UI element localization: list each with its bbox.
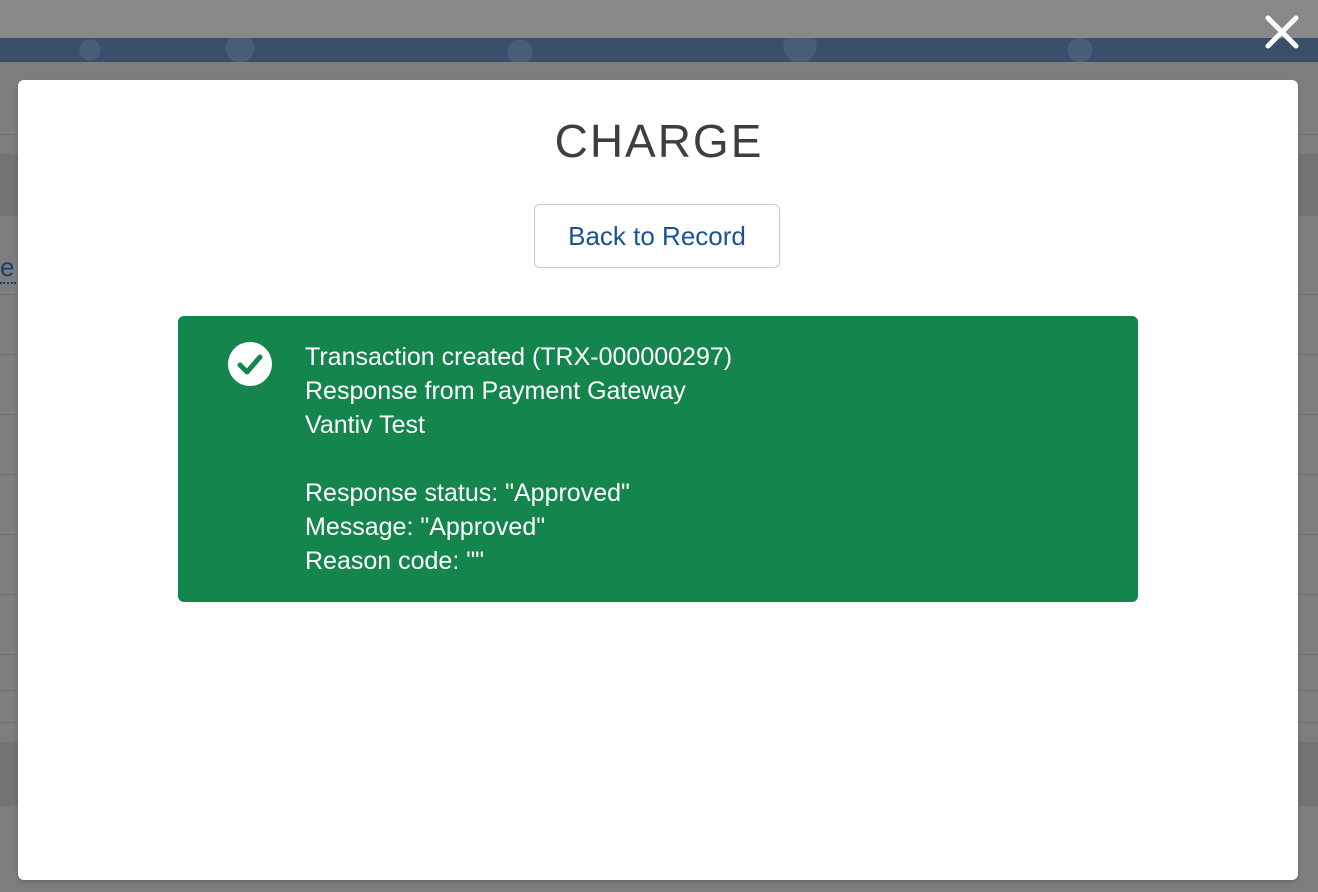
toast-spacer — [305, 442, 1105, 476]
toast-line: Response from Payment Gateway — [305, 377, 686, 405]
success-check-icon — [228, 342, 272, 386]
close-modal-button[interactable] — [1262, 12, 1302, 52]
response-status: Response status: "Approved" — [305, 479, 630, 507]
close-icon — [1265, 15, 1299, 49]
reason-code: Reason code: "" — [305, 547, 484, 575]
toast-line: Vantiv Test — [305, 411, 425, 439]
response-message: Message: "Approved" — [305, 513, 546, 541]
background-banner — [0, 38, 1318, 62]
back-to-record-button[interactable]: Back to Record — [534, 204, 780, 268]
background-top-bar — [0, 0, 1318, 38]
screen: e CHARGE Back to Record Transaction crea… — [0, 0, 1318, 892]
toast-message: Transaction created (TRX-000000297) Resp… — [305, 340, 1105, 578]
background-link: e — [0, 252, 16, 284]
modal-title: CHARGE — [554, 115, 764, 167]
toast-line: Transaction created (TRX-000000297) — [305, 343, 733, 371]
